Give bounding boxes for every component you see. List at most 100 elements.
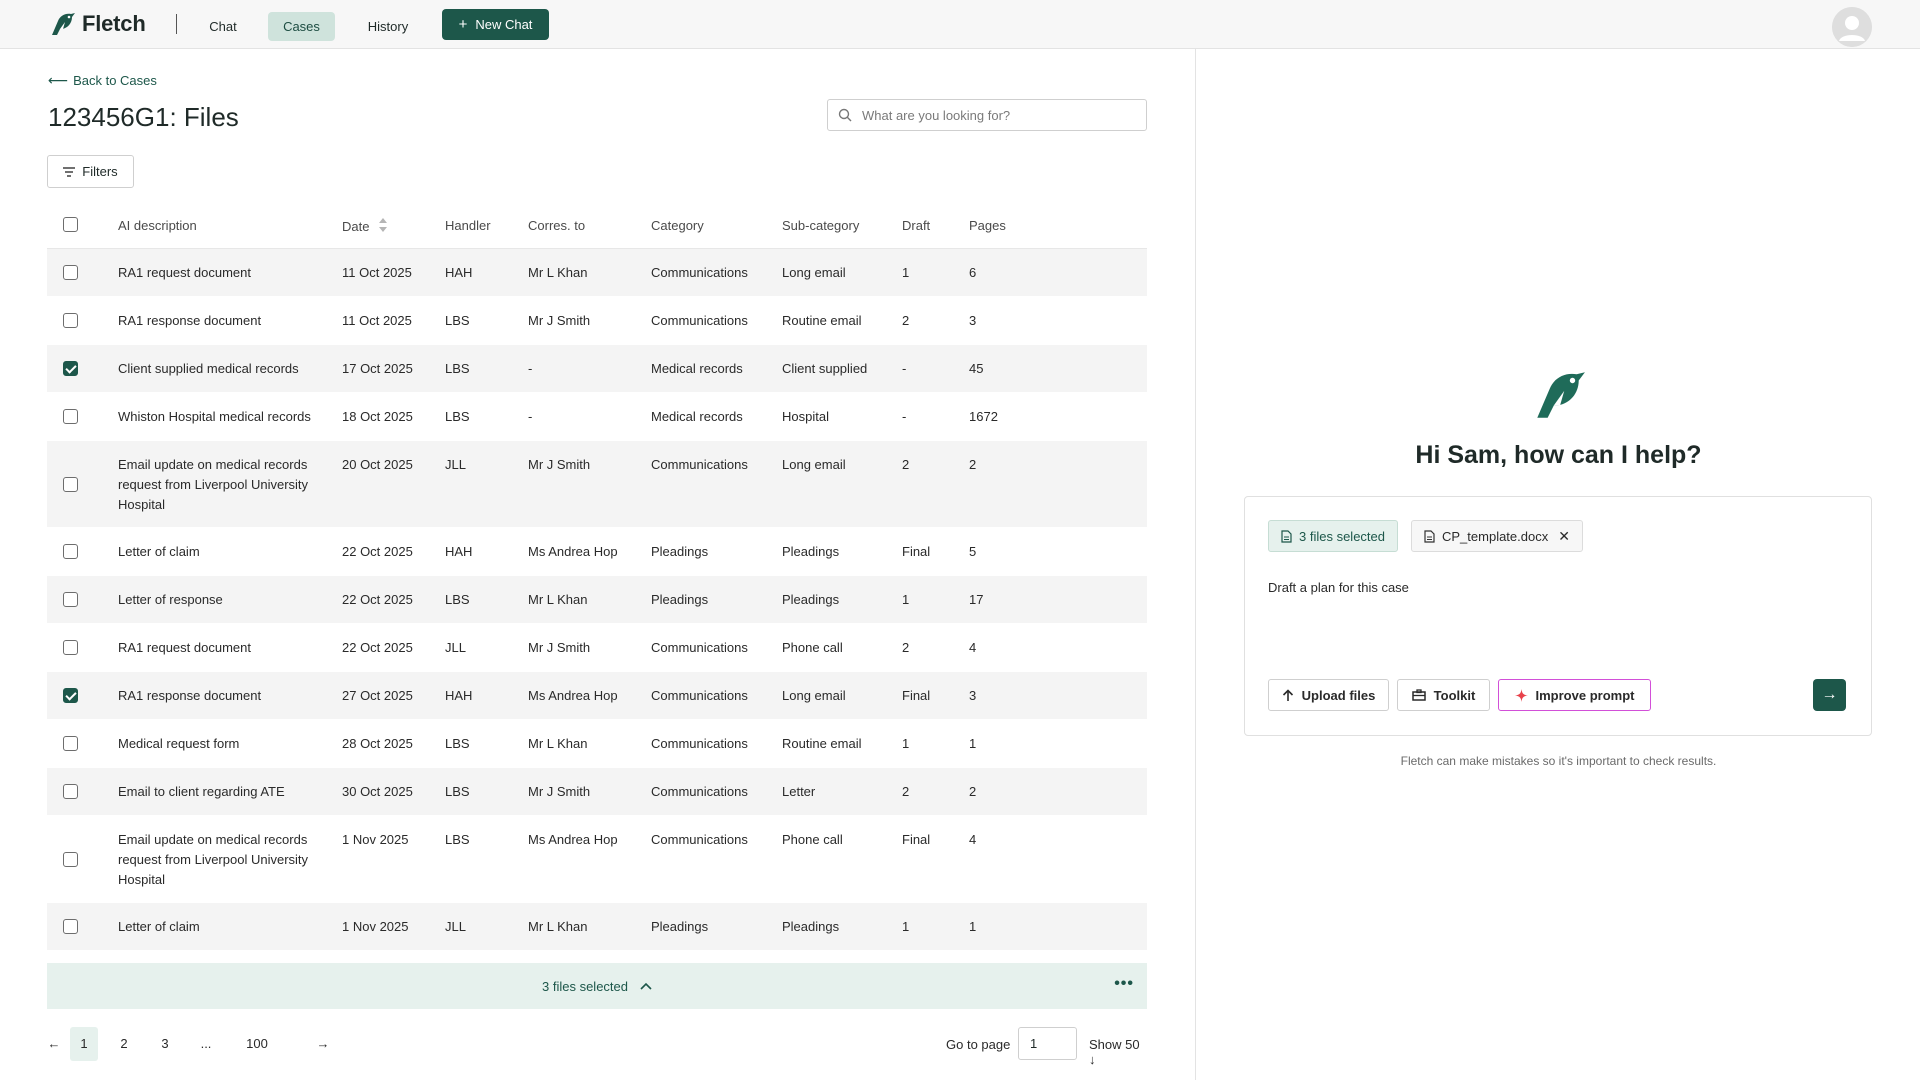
toolkit-label: Toolkit [1433,687,1476,703]
table-row[interactable]: Letter of claim 1 Nov 2025 JLL Mr L Khan Ple… [47,903,1147,951]
cell-category: Communications [651,313,748,328]
column-header-category[interactable]: Category [651,218,704,233]
page-2-button[interactable]: 2 [110,1027,138,1061]
cell-handler: HAH [445,544,473,559]
cell-ai-description: Email update on medical records request … [118,832,309,887]
table-row[interactable]: Letter of response 22 Oct 2025 LBS Mr L Kha… [47,576,1147,624]
improve-prompt-button[interactable]: Improve prompt [1498,679,1651,711]
row-checkbox[interactable] [63,919,78,934]
filter-icon [63,166,76,177]
cell-corres-to: - [528,409,533,424]
new-chat-label: New Chat [475,17,533,32]
row-checkbox[interactable] [63,313,78,328]
page-size-select[interactable]: Show 50 ↓ [1089,1037,1147,1067]
cell-sub-category: Pleadings [782,592,840,607]
cell-corres-to: Ms Andrea Hop [528,832,618,847]
column-header-handler[interactable]: Handler [445,218,491,233]
search-icon [838,108,852,122]
selected-files-chip[interactable]: 3 files selected [1268,520,1398,552]
column-header-sub-category[interactable]: Sub-category [782,218,859,233]
column-header-date[interactable]: Date [342,218,388,234]
row-checkbox[interactable] [63,688,78,703]
next-page-button[interactable]: → [315,1027,331,1061]
page-1-button[interactable]: 1 [70,1027,98,1061]
row-checkbox[interactable] [63,544,78,559]
go-to-page-label: Go to page [946,1037,1011,1052]
row-checkbox[interactable] [63,736,78,751]
upload-files-button[interactable]: Upload files [1268,679,1389,711]
new-chat-button[interactable]: + New Chat [442,9,549,40]
close-icon[interactable]: ✕ [1558,528,1570,545]
cell-date: 18 Oct 2025 [342,409,413,424]
cell-corres-to: Ms Andrea Hop [528,544,618,559]
cell-pages: 4 [969,832,977,847]
prev-page-button[interactable]: ← [47,1027,61,1061]
cell-draft: 1 [902,736,910,751]
back-to-cases-link[interactable]: ⟵ Back to Cases [48,72,157,89]
select-all-checkbox[interactable] [63,217,78,232]
search-input[interactable] [862,107,1142,123]
cell-pages: 3 [969,688,977,703]
nav-chat[interactable]: Chat [200,12,246,41]
cell-draft: 2 [902,640,910,655]
page-title: 123456G1: Files [48,102,239,132]
chevron-up-icon[interactable] [640,982,652,990]
table-row[interactable]: Letter of claim 22 Oct 2025 HAH Ms Andrea H… [47,528,1147,576]
page-100-button[interactable]: 100 [237,1027,277,1061]
column-header-ai-description[interactable]: AI description [118,218,323,233]
cell-pages: 2 [969,784,977,799]
cell-corres-to: Mr L Khan [528,592,588,607]
nav-cases[interactable]: Cases [268,12,335,41]
table-row[interactable]: Medical request form 28 Oct 2025 LBS Mr L K… [47,720,1147,768]
column-header-draft[interactable]: Draft [902,218,930,233]
row-checkbox[interactable] [63,784,78,799]
filters-button[interactable]: Filters [47,155,134,188]
row-checkbox[interactable] [63,361,78,376]
sort-icon[interactable] [379,218,388,232]
row-checkbox[interactable] [63,640,78,655]
prompt-input[interactable]: Draft a plan for this case [1268,580,1409,595]
cell-pages: 3 [969,313,977,328]
cell-sub-category: Pleadings [782,544,840,559]
row-checkbox[interactable] [63,852,78,867]
row-checkbox[interactable] [63,477,78,492]
cell-ai-description: RA1 request document [118,640,251,655]
table-row[interactable]: RA1 request document 22 Oct 2025 JLL Mr J S… [47,624,1147,672]
brand[interactable]: Fletch [48,11,146,37]
table-row[interactable]: Whiston Hospital medical records 18 Oct 2… [47,393,1147,441]
cell-ai-description: RA1 request document [118,265,251,280]
chat-composer: 3 files selected CP_template.docx ✕ Draf… [1244,496,1872,736]
user-avatar[interactable] [1832,7,1872,47]
nav-history[interactable]: History [356,12,420,41]
column-header-pages[interactable]: Pages [969,218,1006,233]
cell-category: Pleadings [651,592,709,607]
cell-date: 1 Nov 2025 [342,919,409,934]
send-button[interactable]: → [1813,679,1846,711]
table-row[interactable]: Email update on medical records request … [47,816,1147,903]
table-row[interactable]: RA1 request document 11 Oct 2025 HAH Mr L K… [47,249,1147,297]
page-3-button[interactable]: 3 [151,1027,179,1061]
table-row[interactable]: Client supplied medical records 17 Oct 20… [47,345,1147,393]
row-checkbox[interactable] [63,592,78,607]
selection-count[interactable]: 3 files selected [542,979,628,994]
table-row[interactable]: RA1 response document 11 Oct 2025 LBS Mr J … [47,297,1147,345]
cell-sub-category: Hospital [782,409,829,424]
more-options-icon[interactable]: ••• [1114,975,1134,993]
cell-handler: JLL [445,919,466,934]
attachment-chip: CP_template.docx ✕ [1411,520,1583,552]
row-checkbox[interactable] [63,265,78,280]
table-row[interactable]: Email update on medical records request … [47,441,1147,528]
selection-bar: 3 files selected ••• [47,963,1147,1009]
table-row[interactable]: Email to client regarding ATE 30 Oct 2025… [47,768,1147,816]
search-box[interactable] [827,99,1147,131]
toolkit-button[interactable]: Toolkit [1397,679,1490,711]
cell-category: Communications [651,688,748,703]
column-header-corres-to[interactable]: Corres. to [528,218,585,233]
cell-draft: Final [902,688,931,703]
table-row[interactable]: RA1 response document 27 Oct 2025 HAH Ms An… [47,672,1147,720]
row-checkbox[interactable] [63,409,78,424]
cell-draft: 2 [902,784,910,799]
cell-draft: Final [902,544,931,559]
go-to-page-input[interactable]: 1 [1018,1027,1077,1060]
upload-files-label: Upload files [1301,687,1376,703]
